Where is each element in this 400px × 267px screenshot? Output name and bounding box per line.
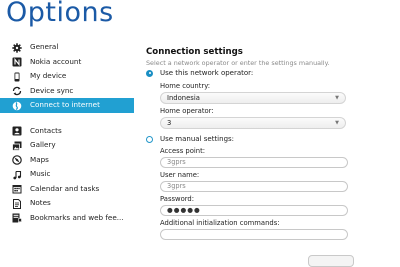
- radio-unchecked[interactable]: [146, 135, 153, 143]
- sidebar-item-label: Gallery: [30, 140, 56, 149]
- home-operator-value: 3: [167, 119, 172, 127]
- access-point-label: Access point:: [160, 147, 206, 155]
- action-button[interactable]: [308, 255, 354, 267]
- use-manual-settings-label: Use manual settings:: [160, 135, 235, 143]
- user-name-label: User name:: [160, 171, 200, 179]
- gallery-icon: [12, 141, 22, 151]
- home-operator-label: Home operator:: [160, 107, 214, 115]
- home-country-select[interactable]: Indonesia ▼: [160, 92, 346, 104]
- password-label: Password:: [160, 195, 195, 203]
- chevron-down-icon: ▼: [335, 95, 339, 101]
- sidebar-item-label: General: [30, 42, 59, 51]
- sidebar-item-music[interactable]: Music: [0, 167, 134, 182]
- sidebar-item-calendar-and-tasks[interactable]: Calendar and tasks: [0, 182, 134, 197]
- sidebar-item-my-device[interactable]: My device: [0, 69, 134, 84]
- chevron-down-icon: ▼: [335, 120, 339, 126]
- sidebar-item-label: Music: [30, 169, 51, 178]
- contacts-icon: [12, 126, 22, 136]
- sync-icon: [12, 86, 22, 96]
- sidebar-item-label: Calendar and tasks: [30, 183, 100, 193]
- home-operator-select[interactable]: 3 ▼: [160, 117, 346, 129]
- password-input[interactable]: ●●●●●: [160, 205, 348, 216]
- use-network-operator-option[interactable]: Use this network operator:: [146, 68, 356, 79]
- home-country-value: Indonesia: [167, 94, 200, 102]
- sidebar-divider: [0, 113, 134, 124]
- sidebar-item-label: Contacts: [30, 125, 62, 135]
- nokia-account-icon: [12, 57, 22, 67]
- sidebar-item-contacts[interactable]: Contacts: [0, 124, 134, 139]
- sidebar-item-bookmarks-and-web-feeds[interactable]: Bookmarks and web fee...: [0, 211, 134, 226]
- sidebar-item-label: Device sync: [30, 85, 74, 95]
- sidebar-item-nokia-account[interactable]: Nokia account: [0, 55, 134, 70]
- section-description: Select a network operator or enter the s…: [146, 59, 330, 67]
- sidebar-item-label: Nokia account: [30, 56, 82, 66]
- home-country-label: Home country:: [160, 82, 211, 90]
- sidebar-item-device-sync[interactable]: Device sync: [0, 84, 134, 99]
- calendar-icon: [12, 184, 22, 194]
- connection-settings-panel: Connection settings Select a network ope…: [146, 46, 356, 240]
- sidebar-item-label: Maps: [30, 154, 49, 164]
- sidebar-item-label: Connect to internet: [30, 100, 100, 109]
- use-manual-settings-option[interactable]: Use manual settings:: [146, 134, 356, 145]
- user-name-input[interactable]: 3gprs: [160, 181, 348, 192]
- use-network-operator-label: Use this network operator:: [160, 69, 254, 77]
- init-commands-label: Additional initialization commands:: [160, 219, 280, 227]
- sidebar-item-notes[interactable]: Notes: [0, 196, 134, 211]
- notes-icon: [12, 198, 22, 209]
- sidebar-item-maps[interactable]: Maps: [0, 153, 134, 168]
- sidebar: General Nokia account My device Device s…: [0, 40, 134, 225]
- sidebar-item-label: My device: [30, 71, 67, 80]
- sidebar-item-label: Bookmarks and web fee...: [30, 212, 124, 222]
- compass-icon: [12, 155, 22, 165]
- access-point-input[interactable]: 3gprs: [160, 157, 348, 168]
- bookmarks-icon: [12, 213, 22, 223]
- sidebar-item-label: Notes: [30, 198, 51, 207]
- globe-icon: [12, 101, 22, 111]
- section-title: Connection settings: [146, 47, 243, 57]
- sidebar-item-gallery[interactable]: Gallery: [0, 138, 134, 153]
- sidebar-item-general[interactable]: General: [0, 40, 134, 55]
- sidebar-item-connect-to-internet[interactable]: Connect to internet: [0, 98, 134, 113]
- radio-checked[interactable]: [146, 69, 153, 77]
- page-title: Options: [6, 0, 114, 28]
- gear-icon: [12, 42, 22, 53]
- phone-icon: [12, 72, 22, 82]
- init-commands-input[interactable]: [160, 229, 348, 240]
- music-icon: [12, 170, 22, 180]
